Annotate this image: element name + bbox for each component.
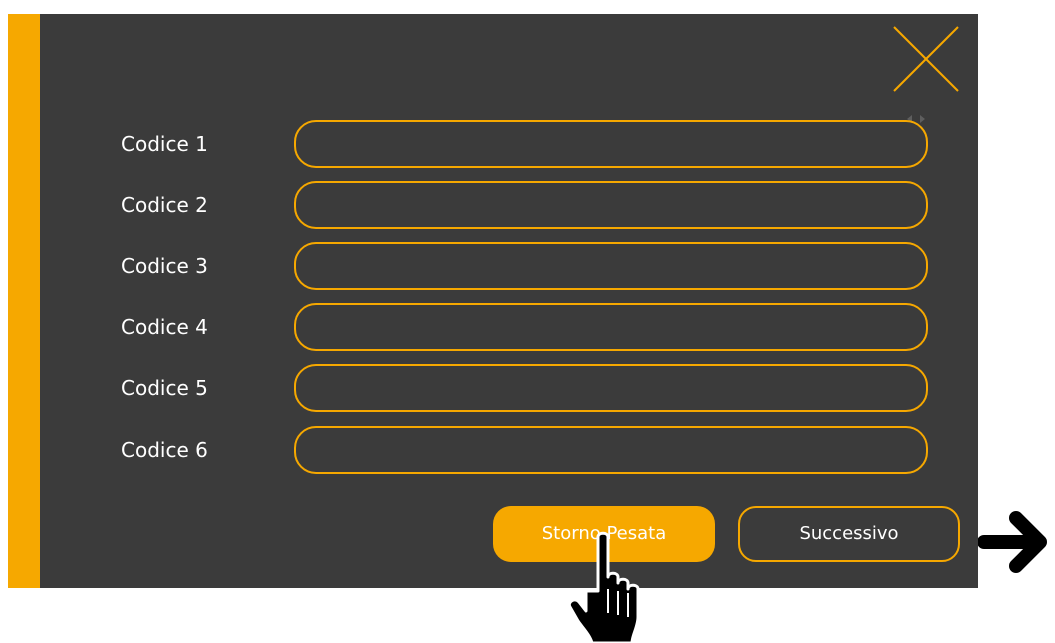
- code-row-4: Codice 4: [8, 303, 978, 351]
- code-label-5: Codice 5: [121, 376, 208, 400]
- code-label-6: Codice 6: [121, 438, 208, 462]
- right-arrow-icon[interactable]: [977, 498, 1055, 586]
- code-row-1: Codice 1: [8, 120, 978, 168]
- storno-pesata-button[interactable]: Storno Pesata: [493, 506, 715, 562]
- code-label-1: Codice 1: [121, 132, 208, 156]
- code-label-2: Codice 2: [121, 193, 208, 217]
- successivo-button[interactable]: Successivo: [738, 506, 960, 562]
- code-input-6[interactable]: [294, 426, 928, 474]
- code-input-5[interactable]: [294, 364, 928, 412]
- code-row-3: Codice 3: [8, 242, 978, 290]
- code-label-4: Codice 4: [121, 315, 208, 339]
- close-x-icon: [893, 26, 959, 92]
- code-input-3[interactable]: [294, 242, 928, 290]
- code-row-5: Codice 5: [8, 364, 978, 412]
- code-input-2[interactable]: [294, 181, 928, 229]
- code-entry-dialog: Codice 1 Codice 2 Codice 3 Codice 4 Codi…: [8, 14, 978, 588]
- code-input-4[interactable]: [294, 303, 928, 351]
- dialog-accent-bar: [8, 14, 40, 588]
- code-input-1[interactable]: [294, 120, 928, 168]
- code-row-2: Codice 2: [8, 181, 978, 229]
- close-button[interactable]: [892, 25, 960, 93]
- code-label-3: Codice 3: [121, 254, 208, 278]
- screen: Codice 1 Codice 2 Codice 3 Codice 4 Codi…: [0, 0, 1055, 643]
- code-row-6: Codice 6: [8, 426, 978, 474]
